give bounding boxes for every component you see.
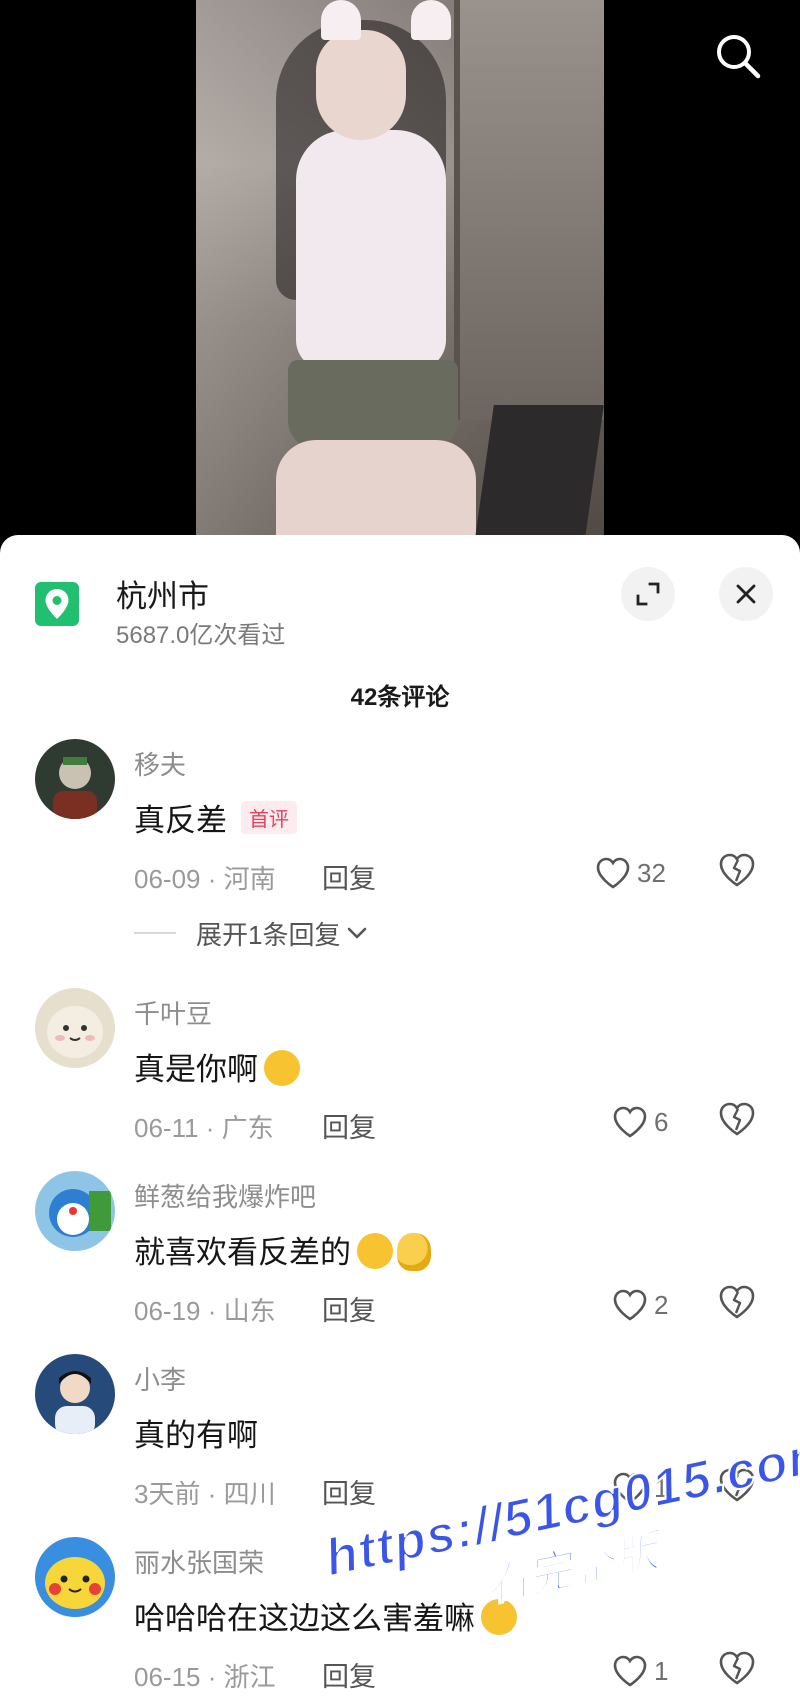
comment-meta: 3天前 · 四川 — [134, 1479, 276, 1509]
expand-replies-label: 展开1条回复 — [196, 919, 341, 950]
location-header[interactable]: 杭州市 5687.0亿次看过 — [0, 535, 800, 655]
comment-username[interactable]: 丽水张国荣 — [134, 1543, 264, 1580]
broken-heart-icon — [719, 1285, 755, 1319]
video-figure-top — [296, 130, 446, 370]
comment-text: 真的有啊 — [134, 1418, 258, 1453]
comment-text: 真是你啊 — [134, 1044, 300, 1089]
video-mirror — [454, 0, 604, 420]
avatar[interactable] — [35, 988, 115, 1068]
first-comment-badge: 首评 — [241, 801, 297, 834]
like-button[interactable]: 1 — [612, 1649, 668, 1693]
expand-replies-button[interactable]: 展开1条回复 — [134, 913, 370, 953]
expand-replies-divider — [134, 932, 176, 934]
like-button[interactable]: 2 — [612, 1283, 668, 1327]
close-button[interactable] — [719, 567, 773, 621]
like-button[interactable]: 32 — [595, 851, 666, 895]
rofl-emoji-icon — [357, 1233, 393, 1269]
heart-icon — [613, 1655, 647, 1687]
video-figure-legs — [276, 440, 476, 545]
broken-heart-icon — [719, 1102, 755, 1136]
dislike-button[interactable] — [717, 1283, 761, 1327]
comment-username[interactable]: 鲜葱给我爆炸吧 — [134, 1177, 316, 1214]
like-count: 1 — [654, 1655, 669, 1686]
location-views: 5687.0亿次看过 — [116, 622, 286, 649]
heart-icon — [613, 1289, 647, 1321]
reply-button[interactable]: 回复 — [322, 857, 376, 896]
comment-username[interactable]: 千叶豆 — [134, 994, 212, 1031]
location-title[interactable]: 杭州市 — [116, 571, 209, 616]
expand-icon — [636, 582, 660, 606]
video-frame[interactable] — [196, 0, 604, 545]
comment-text: 就喜欢看反差的 — [134, 1227, 431, 1272]
reply-button[interactable]: 回复 — [322, 1106, 376, 1145]
search-icon — [717, 35, 761, 79]
chevron-down-icon — [348, 927, 367, 939]
like-count: 2 — [654, 1289, 669, 1320]
video-figure-ear-right — [411, 0, 451, 40]
like-count: 32 — [637, 857, 666, 888]
close-icon — [736, 584, 756, 604]
reply-button[interactable]: 回复 — [322, 1472, 376, 1511]
video-figure-ear-left — [321, 0, 361, 40]
like-button[interactable]: 6 — [612, 1100, 668, 1144]
comment-meta: 06-09 · 河南 — [134, 864, 276, 894]
broken-heart-icon — [719, 853, 755, 887]
video-figure-shorts — [288, 360, 458, 450]
comment-username[interactable]: 小李 — [134, 1360, 186, 1397]
avatar[interactable] — [35, 1537, 115, 1617]
avatar[interactable] — [35, 1354, 115, 1434]
avatar[interactable] — [35, 1171, 115, 1251]
video-figure-head — [316, 30, 406, 140]
comment-meta: 06-15 · 浙江 — [134, 1662, 276, 1692]
heart-icon — [613, 1106, 647, 1138]
comment-item: 千叶豆 真是你啊 06-11 · 广东 回复 6 — [0, 988, 800, 1148]
like-count: 6 — [654, 1106, 669, 1137]
comment-count: 42条评论 — [350, 684, 450, 711]
comment-text: 真反差 首评 — [134, 795, 297, 840]
video-player[interactable] — [0, 0, 800, 545]
grin-sweat-emoji-icon — [264, 1050, 300, 1086]
location-pin-icon — [35, 582, 79, 626]
expand-button[interactable] — [621, 567, 675, 621]
comment-meta: 06-11 · 广东 — [134, 1113, 274, 1143]
comment-username[interactable]: 移夫 — [134, 745, 186, 782]
dislike-button[interactable] — [717, 1100, 761, 1144]
broken-heart-icon — [719, 1651, 755, 1685]
ok-hand-emoji-icon — [397, 1233, 431, 1271]
heart-icon — [596, 857, 630, 889]
comment-meta: 06-19 · 山东 — [134, 1296, 276, 1326]
comment-item: 移夫 真反差 首评 06-09 · 河南 回复 32 — [0, 739, 800, 899]
avatar[interactable] — [35, 739, 115, 819]
dislike-button[interactable] — [717, 851, 761, 895]
comment-item: 鲜葱给我爆炸吧 就喜欢看反差的 06-19 · 山东 回复 2 — [0, 1171, 800, 1331]
search-button[interactable] — [710, 28, 766, 84]
reply-button[interactable]: 回复 — [322, 1289, 376, 1328]
video-floor-object — [474, 405, 604, 545]
dislike-button[interactable] — [717, 1649, 761, 1693]
